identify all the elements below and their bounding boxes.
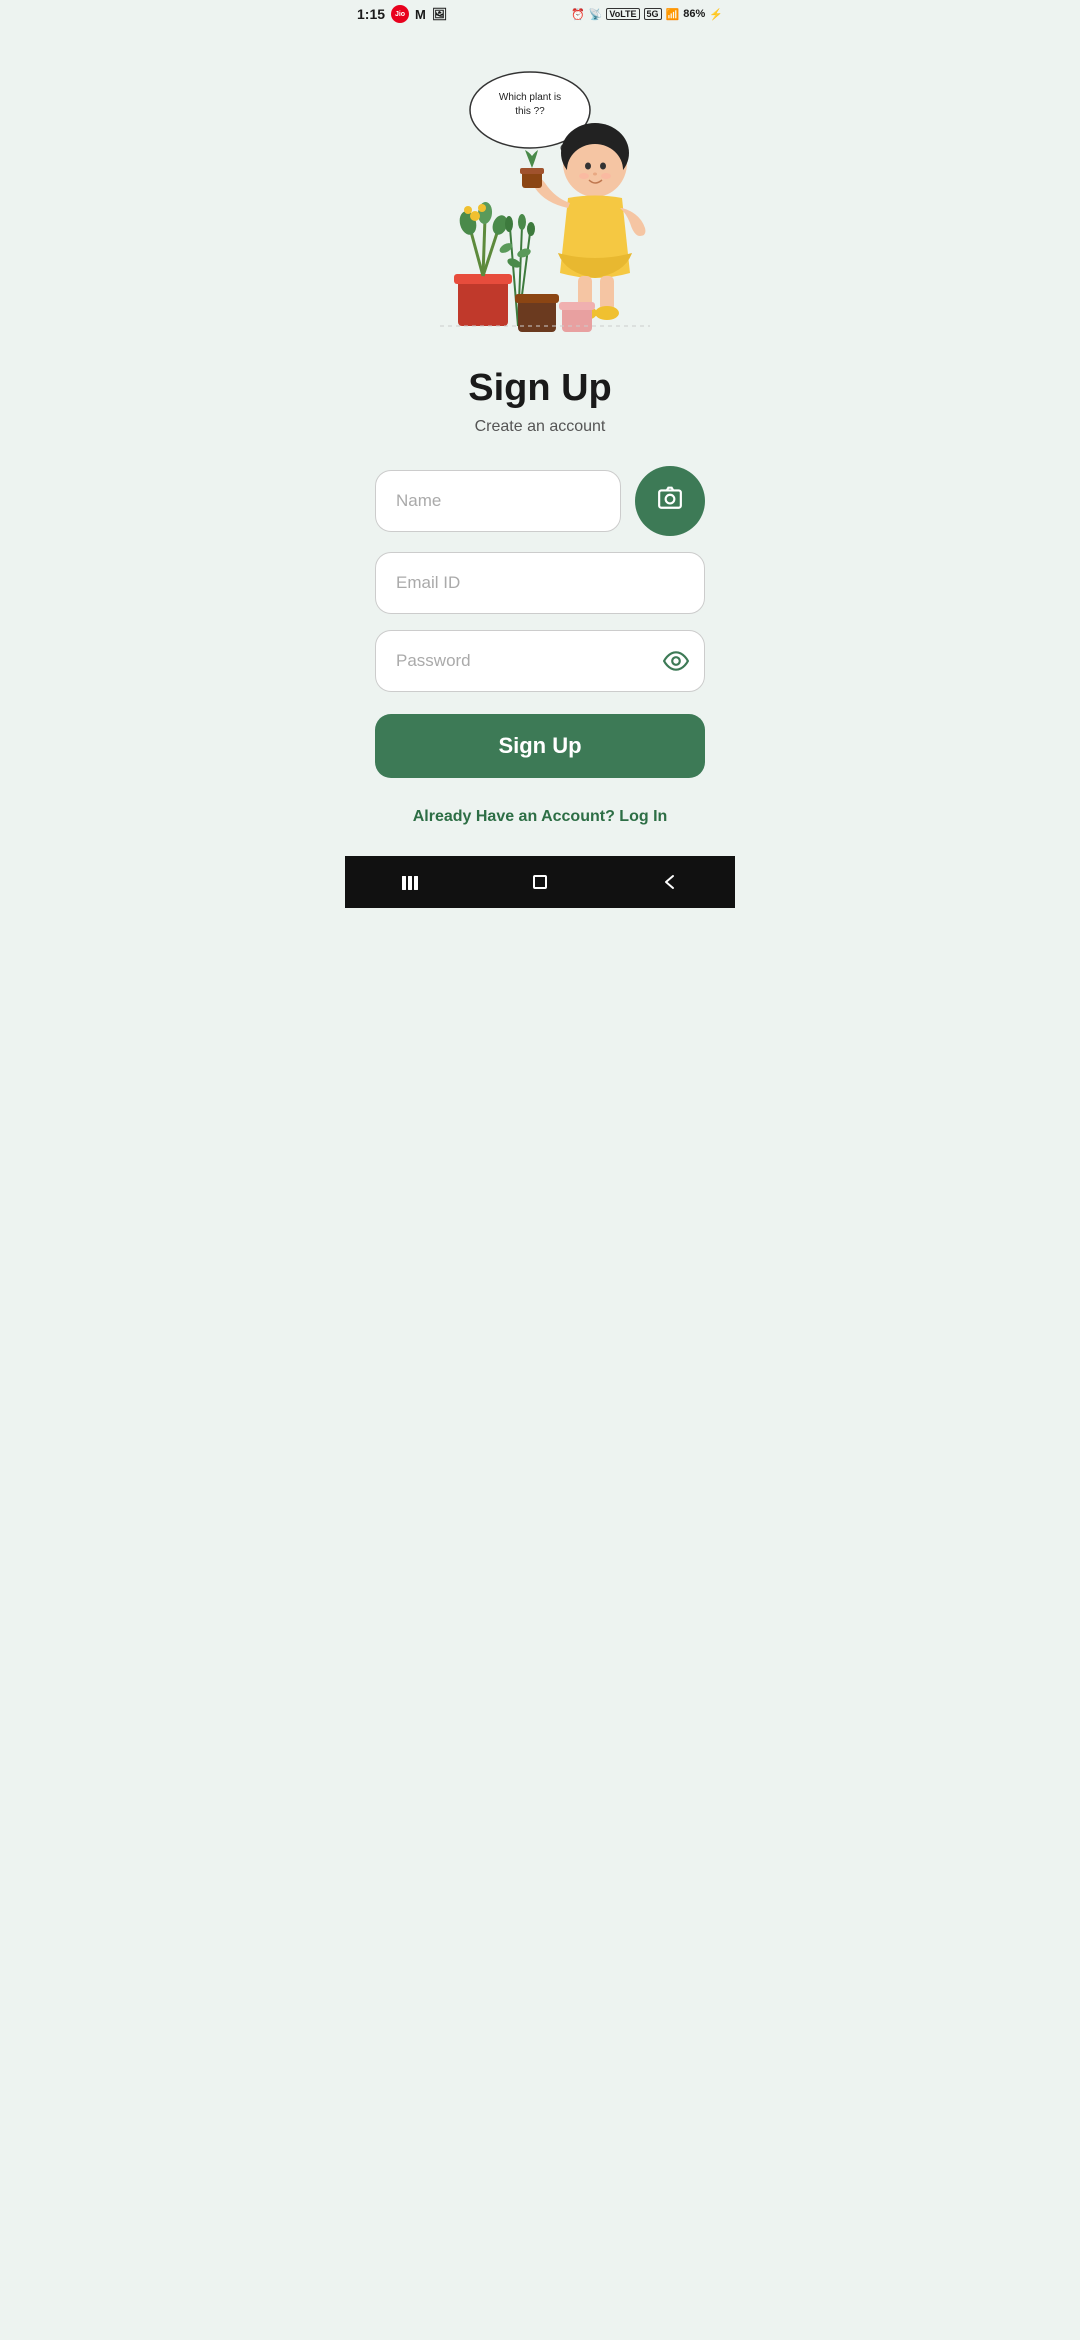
name-input[interactable] <box>375 470 621 532</box>
eye-icon <box>663 648 689 674</box>
page-subtitle: Create an account <box>468 418 612 436</box>
navigation-bar <box>345 856 735 908</box>
name-input-wrapper <box>375 470 621 532</box>
title-section: Sign Up Create an account <box>468 368 612 436</box>
svg-text:this ??: this ?? <box>515 106 545 117</box>
alarm-icon: ⏰ <box>571 8 585 21</box>
network-icon: VoLTE <box>606 8 639 20</box>
main-content: Which plant is this ?? <box>345 28 735 856</box>
password-input[interactable] <box>375 630 705 692</box>
battery-indicator: 86% <box>683 8 705 20</box>
gallery-icon: 🖼 <box>432 7 447 21</box>
password-wrapper <box>375 630 705 692</box>
status-right: ⏰ 📡 VoLTE 5G 📶 86% ⚡ <box>571 8 723 21</box>
signal-bars-icon: 📶 <box>666 8 680 21</box>
toggle-password-button[interactable] <box>663 648 689 674</box>
status-time: 1:15 <box>357 6 385 22</box>
recent-apps-button[interactable] <box>390 862 430 902</box>
5g-icon: 5G <box>644 8 662 20</box>
name-row <box>375 466 705 536</box>
home-button[interactable] <box>520 862 560 902</box>
signup-form: Sign Up <box>375 466 705 778</box>
hotspot-icon: 📡 <box>589 8 603 21</box>
login-link[interactable]: Already Have an Account? Log In <box>413 808 668 825</box>
svg-text:Which plant is: Which plant is <box>499 92 561 103</box>
photo-icon <box>657 485 683 517</box>
status-left: 1:15 Jio M 🖼 <box>357 5 447 23</box>
illustration-container: Which plant is this ?? <box>410 58 670 358</box>
email-input[interactable] <box>375 552 705 614</box>
status-bar: 1:15 Jio M 🖼 ⏰ 📡 VoLTE 5G 📶 86% ⚡ <box>345 0 735 28</box>
charging-icon: ⚡ <box>709 8 723 21</box>
back-button[interactable] <box>650 862 690 902</box>
plant-girl-illustration: Which plant is this ?? <box>410 58 670 358</box>
page-title: Sign Up <box>468 368 612 410</box>
gmail-icon: M <box>415 7 426 22</box>
jio-badge: Jio <box>391 5 409 23</box>
photo-upload-button[interactable] <box>635 466 705 536</box>
signup-button[interactable]: Sign Up <box>375 714 705 778</box>
login-link-section: Already Have an Account? Log In <box>413 808 668 826</box>
